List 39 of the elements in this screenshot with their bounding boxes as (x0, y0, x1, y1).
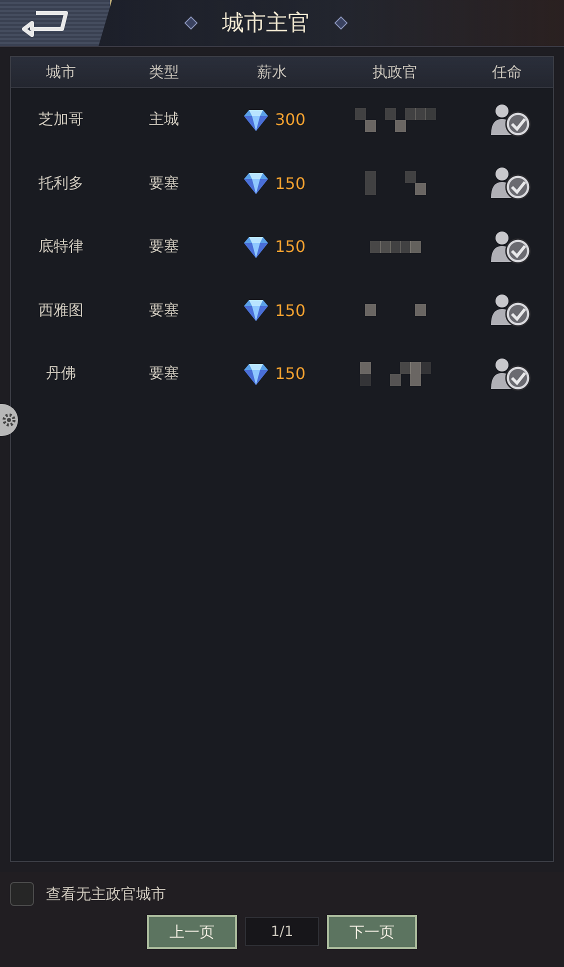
prev-page-button[interactable]: 上一页 (147, 915, 237, 949)
diamond-ornament-icon (334, 16, 348, 30)
salary-amount: 150 (275, 364, 306, 384)
window-title: 城市主官 (222, 10, 310, 38)
redacted-name-drawing (364, 304, 426, 316)
column-header: 薪水 (256, 62, 288, 82)
diamond-ornament-icon (184, 16, 198, 30)
city-cell-text: 丹佛 (45, 364, 77, 384)
salary-amount: 150 (275, 300, 306, 320)
back-button[interactable] (0, 0, 112, 46)
city-cell-text: 西雅图 (38, 300, 84, 320)
type-cell-text: 要塞 (148, 174, 180, 193)
next-page-button[interactable]: 下一页 (327, 915, 417, 949)
column-header: 类型 (148, 62, 180, 82)
diamond-gem-icon (243, 362, 269, 386)
gear-icon (2, 413, 16, 427)
diamond-gem-icon (243, 108, 269, 132)
type-cell-text: 主城 (148, 110, 180, 130)
diamond-gem-icon (243, 234, 269, 259)
page-indicator: 1/1 (245, 917, 319, 946)
column-header: 任命 (491, 62, 523, 82)
salary-amount: 300 (275, 110, 306, 130)
city-cell-text: 底特律 (38, 237, 84, 256)
checkbox[interactable] (10, 882, 34, 906)
type-cell-text: 要塞 (148, 300, 180, 320)
city-cell-text: 托利多 (38, 174, 84, 193)
redacted-name-drawing (360, 362, 430, 386)
redacted-name-drawing (364, 171, 426, 196)
type-cell-text: 要塞 (148, 237, 180, 256)
diamond-gem-icon (243, 171, 269, 196)
checkbox-label: 查看无主政官城市 (46, 884, 166, 904)
salary-amount: 150 (275, 237, 306, 256)
city-cell-text: 芝加哥 (38, 110, 84, 130)
column-header: 执政官 (372, 62, 418, 82)
diamond-gem-icon (243, 298, 269, 322)
salary-amount: 150 (275, 174, 306, 193)
column-header: 城市 (45, 62, 77, 82)
redacted-name-drawing (370, 240, 420, 253)
type-cell-text: 要塞 (148, 364, 180, 384)
